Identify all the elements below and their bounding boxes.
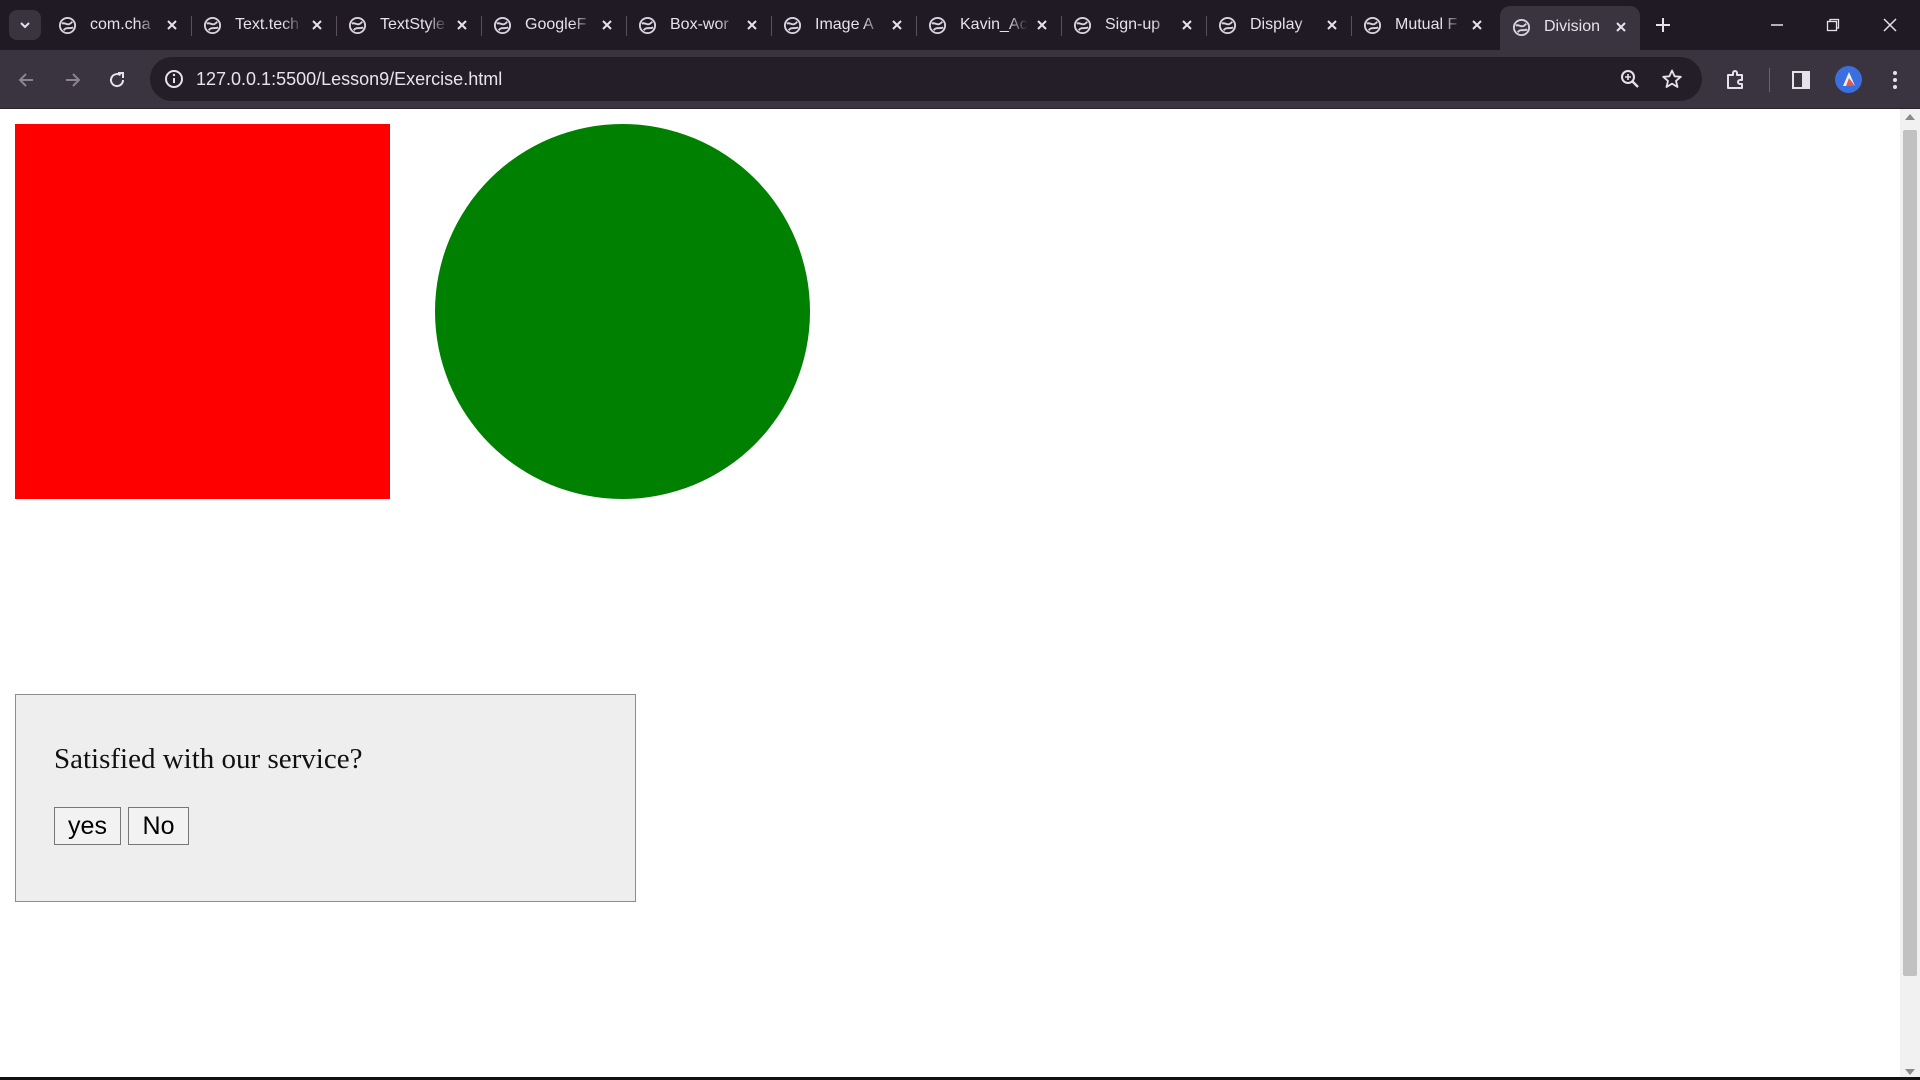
minimize-icon: [1771, 24, 1783, 26]
scroll-down-icon[interactable]: [1905, 1069, 1915, 1075]
tab-7[interactable]: Kavin_Ac: [916, 7, 1062, 43]
tab-10[interactable]: Mutual F: [1351, 7, 1496, 43]
survey-question: Satisfied with our service?: [54, 743, 363, 775]
globe-icon: [1073, 16, 1092, 35]
tab-3[interactable]: TextStyle: [336, 7, 482, 43]
tab-5[interactable]: Box-wor: [626, 7, 772, 43]
zoom-icon[interactable]: [1619, 68, 1641, 90]
toolbar-divider: [1769, 68, 1770, 92]
plus-icon[interactable]: [1652, 14, 1674, 36]
globe-icon: [348, 16, 367, 35]
reload-icon: [110, 72, 125, 88]
close-icon[interactable]: [1325, 18, 1339, 32]
vertical-scrollbar[interactable]: [1900, 109, 1920, 1080]
back-button[interactable]: [14, 67, 40, 93]
globe-icon: [203, 16, 222, 35]
minimize-button[interactable]: [1764, 12, 1790, 38]
tab-8[interactable]: Sign-up: [1061, 7, 1207, 43]
survey-box: Satisfied with our service? yes No: [15, 694, 636, 902]
tab-strip: com.cha Text.tech TextStyle GoogleF Box-…: [0, 0, 1920, 50]
reload-button[interactable]: [104, 67, 130, 93]
no-button[interactable]: No: [128, 807, 189, 845]
tab-2[interactable]: Text.tech: [191, 7, 337, 43]
star-icon[interactable]: [1661, 68, 1683, 90]
profile-icon: [1843, 72, 1855, 86]
scrollbar-thumb[interactable]: [1903, 130, 1917, 976]
tab-search-button[interactable]: [9, 10, 41, 40]
close-icon[interactable]: [600, 18, 614, 32]
globe-icon: [58, 16, 77, 35]
tab-label: com.cha: [90, 16, 151, 33]
tab-label: Image A: [815, 16, 874, 33]
globe-icon: [1512, 18, 1531, 37]
close-icon[interactable]: [890, 18, 904, 32]
side-panel-icon[interactable]: [1788, 67, 1814, 93]
kebab-menu-icon[interactable]: [1882, 67, 1908, 93]
tab-label: Display: [1250, 16, 1303, 33]
globe-icon: [928, 16, 947, 35]
address-url[interactable]: 127.0.0.1:5500/Lesson9/Exercise.html: [196, 69, 502, 90]
globe-icon: [638, 16, 657, 35]
green-circle: [435, 124, 810, 499]
address-bar[interactable]: 127.0.0.1:5500/Lesson9/Exercise.html: [150, 57, 1702, 101]
close-icon: [1883, 18, 1897, 32]
tab-4[interactable]: GoogleF: [481, 7, 627, 43]
back-arrow-icon: [18, 73, 33, 87]
forward-button[interactable]: [59, 67, 85, 93]
puzzle-icon[interactable]: [1723, 67, 1749, 93]
close-icon[interactable]: [1470, 18, 1484, 32]
tab-label: TextStyle: [380, 16, 445, 33]
tab-6[interactable]: Image A: [771, 7, 917, 43]
browser-toolbar: 127.0.0.1:5500/Lesson9/Exercise.html: [0, 50, 1920, 109]
tab-active-division[interactable]: Division: [1500, 6, 1640, 50]
restore-icon: [1826, 18, 1840, 32]
close-window-button[interactable]: [1877, 12, 1903, 38]
close-icon[interactable]: [1614, 20, 1628, 34]
restore-button[interactable]: [1820, 12, 1846, 38]
page-viewport: Satisfied with our service? yes No: [0, 109, 1900, 1080]
red-square: [15, 124, 390, 499]
avatar[interactable]: [1835, 66, 1862, 93]
scroll-up-icon[interactable]: [1905, 114, 1915, 120]
tab-1[interactable]: com.cha: [46, 7, 192, 43]
forward-arrow-icon: [66, 73, 81, 87]
tab-label: Text.tech: [235, 16, 300, 33]
tab-label: Box-wor: [670, 16, 729, 33]
close-icon[interactable]: [165, 18, 179, 32]
close-icon[interactable]: [1035, 18, 1049, 32]
globe-icon: [493, 16, 512, 35]
close-icon[interactable]: [455, 18, 469, 32]
globe-icon: [783, 16, 802, 35]
tab-label: GoogleF: [525, 16, 587, 33]
tab-label: Kavin_Ac: [960, 16, 1028, 33]
globe-icon: [1363, 16, 1382, 35]
yes-button[interactable]: yes: [54, 807, 121, 845]
tab-9[interactable]: Display: [1206, 7, 1352, 43]
close-icon[interactable]: [745, 18, 759, 32]
tab-label: Sign-up: [1105, 16, 1161, 33]
close-icon[interactable]: [310, 18, 324, 32]
globe-icon: [1218, 16, 1237, 35]
chevron-down-icon: [20, 22, 30, 29]
info-icon[interactable]: [163, 68, 185, 90]
tab-label: Mutual F: [1395, 16, 1458, 33]
close-icon[interactable]: [1180, 18, 1194, 32]
